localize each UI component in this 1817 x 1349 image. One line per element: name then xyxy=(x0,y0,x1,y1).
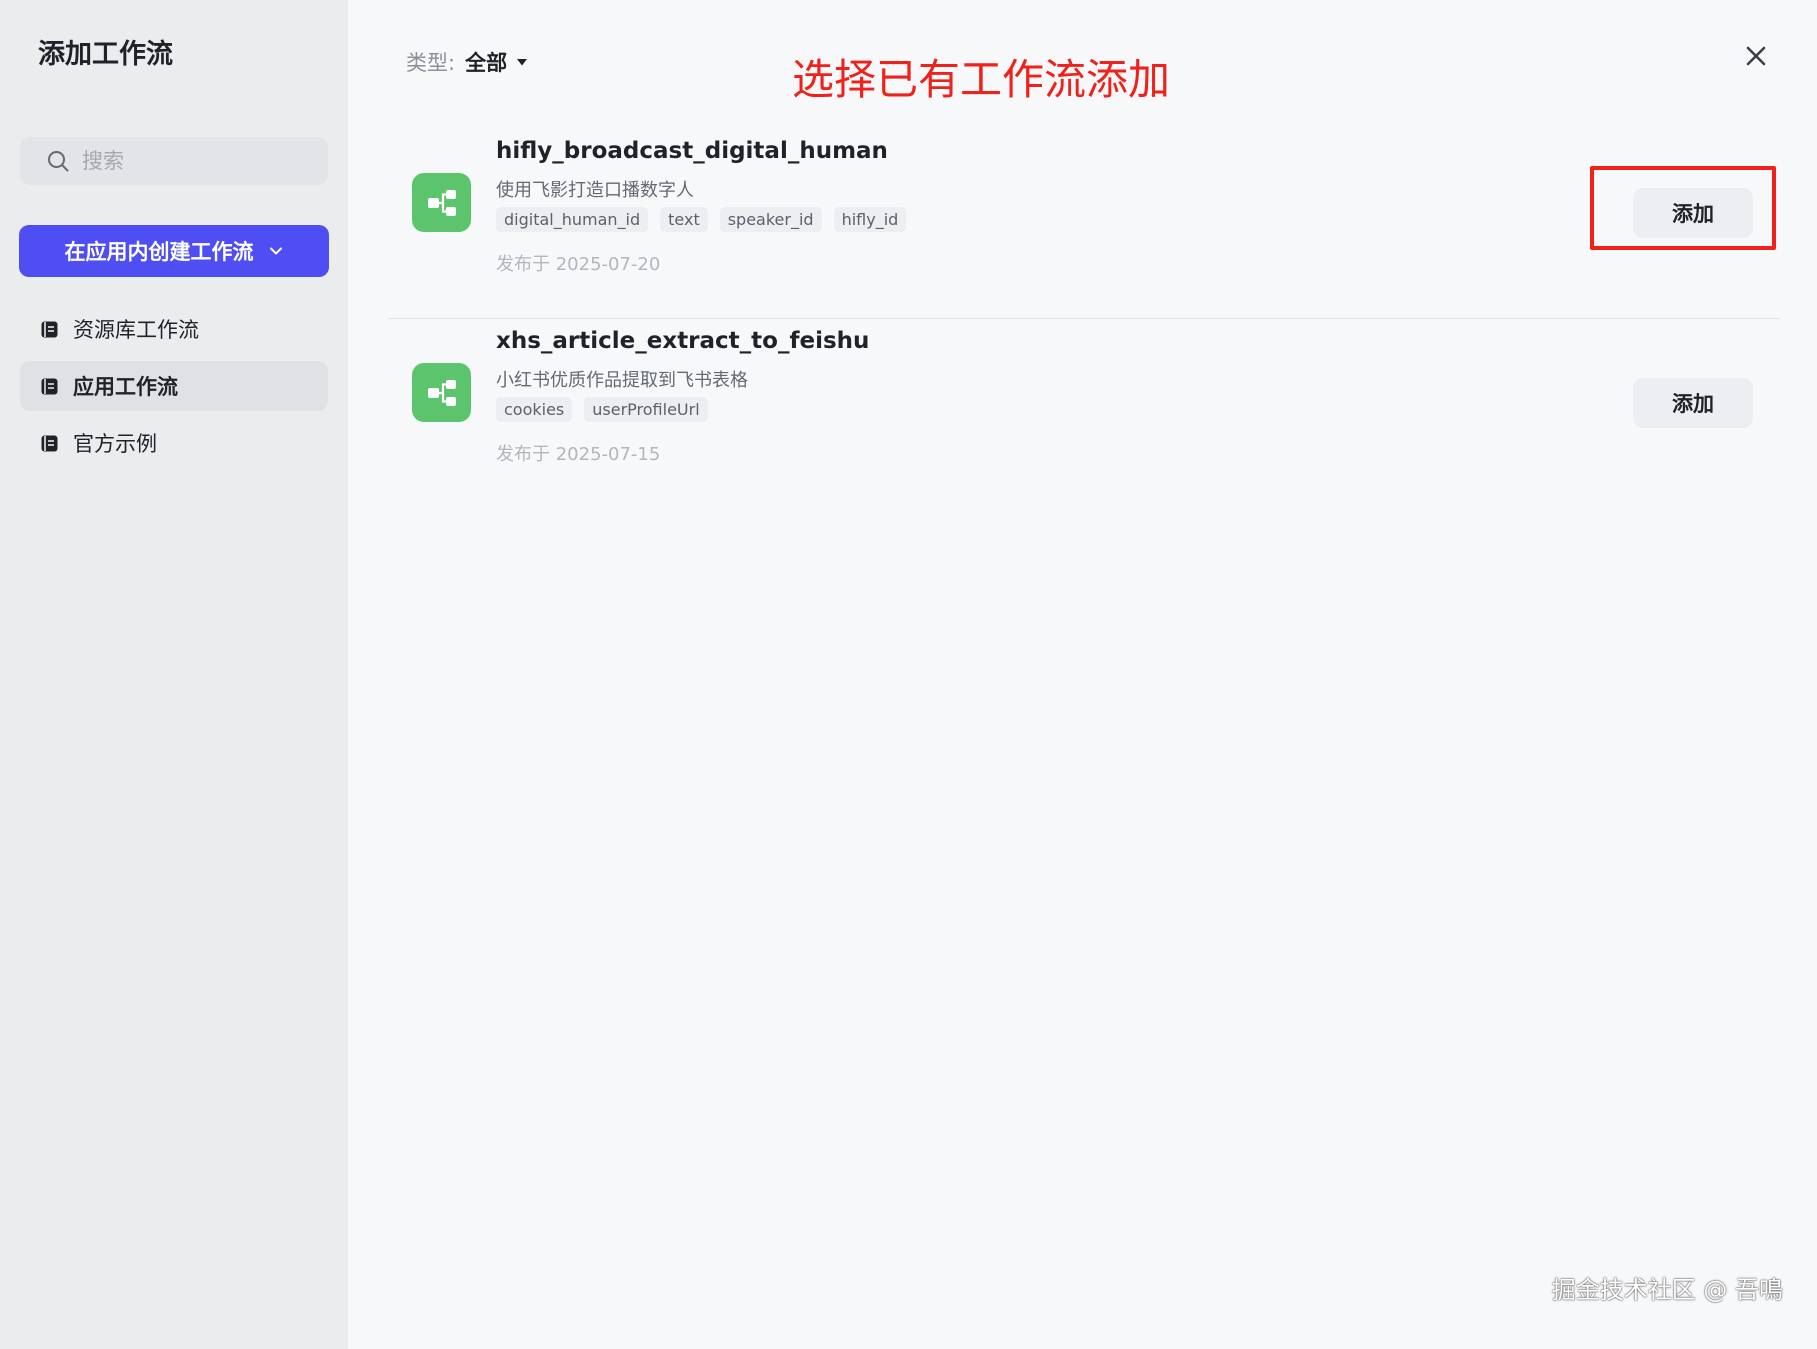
workflow-icon xyxy=(412,173,471,232)
chevron-down-icon xyxy=(269,247,282,255)
nav-item-label: 应用工作流 xyxy=(73,375,178,399)
search-input[interactable] xyxy=(82,149,302,173)
library-icon xyxy=(41,378,58,394)
library-icon xyxy=(41,435,58,451)
workflow-tag: cookies xyxy=(496,397,573,422)
search-box[interactable] xyxy=(20,137,328,185)
create-workflow-button[interactable]: 在应用内创建工作流 xyxy=(19,225,329,277)
nav-item-label: 官方示例 xyxy=(73,432,157,456)
type-filter-dropdown[interactable]: 全部 xyxy=(465,47,529,77)
sidebar: 添加工作流 在应用内创建工作流 资源库工作流 应用工作流 xyxy=(0,0,348,1349)
library-icon xyxy=(41,321,58,337)
main-panel: 类型: 全部 选择已有工作流添加 hifly_broadcast_digital… xyxy=(348,0,1817,1349)
workflow-tag: digital_human_id xyxy=(496,207,649,232)
workflow-name: xhs_article_extract_to_feishu xyxy=(496,328,870,354)
workflow-description: 小红书优质作品提取到飞书表格 xyxy=(496,370,748,391)
workflow-tag: speaker_id xyxy=(719,207,822,232)
type-filter-value: 全部 xyxy=(465,51,508,75)
add-workflow-button[interactable]: 添加 xyxy=(1633,188,1753,238)
nav-item-resource-library[interactable]: 资源库工作流 xyxy=(20,304,328,354)
caret-down-icon xyxy=(517,59,528,66)
workflow-publish-date: 发布于 2025-07-15 xyxy=(496,444,661,465)
workflow-item: hifly_broadcast_digital_human 使用飞影打造口播数字… xyxy=(388,128,1780,319)
create-workflow-label: 在应用内创建工作流 xyxy=(64,240,254,264)
workflow-tags: digital_human_id text speaker_id hifly_i… xyxy=(496,207,907,232)
nav-item-app-workflows[interactable]: 应用工作流 xyxy=(20,361,328,411)
nav-item-label: 资源库工作流 xyxy=(73,318,199,342)
add-workflow-button[interactable]: 添加 xyxy=(1633,378,1753,428)
watermark: 掘金技术社区 @ 吾鳴 xyxy=(1551,1276,1783,1304)
close-button[interactable] xyxy=(1736,36,1776,76)
search-icon xyxy=(48,151,69,172)
dialog-title: 添加工作流 xyxy=(38,39,173,70)
workflow-tags: cookies userProfileUrl xyxy=(496,397,708,422)
workflow-tag: userProfileUrl xyxy=(584,397,708,422)
annotation-text: 选择已有工作流添加 xyxy=(792,55,1171,104)
workflow-publish-date: 发布于 2025-07-20 xyxy=(496,254,661,275)
workflow-icon xyxy=(412,363,471,422)
workflow-name: hifly_broadcast_digital_human xyxy=(496,138,888,164)
close-icon xyxy=(1746,46,1766,66)
nav-item-official-examples[interactable]: 官方示例 xyxy=(20,418,328,468)
type-filter-label: 类型: xyxy=(406,51,456,75)
workflow-description: 使用飞影打造口播数字人 xyxy=(496,180,694,201)
workflow-tag: text xyxy=(660,207,708,232)
workflow-tag: hifly_id xyxy=(833,207,907,232)
workflow-item: xhs_article_extract_to_feishu 小红书优质作品提取到… xyxy=(388,318,1780,508)
type-filter: 类型: 全部 xyxy=(406,47,529,77)
